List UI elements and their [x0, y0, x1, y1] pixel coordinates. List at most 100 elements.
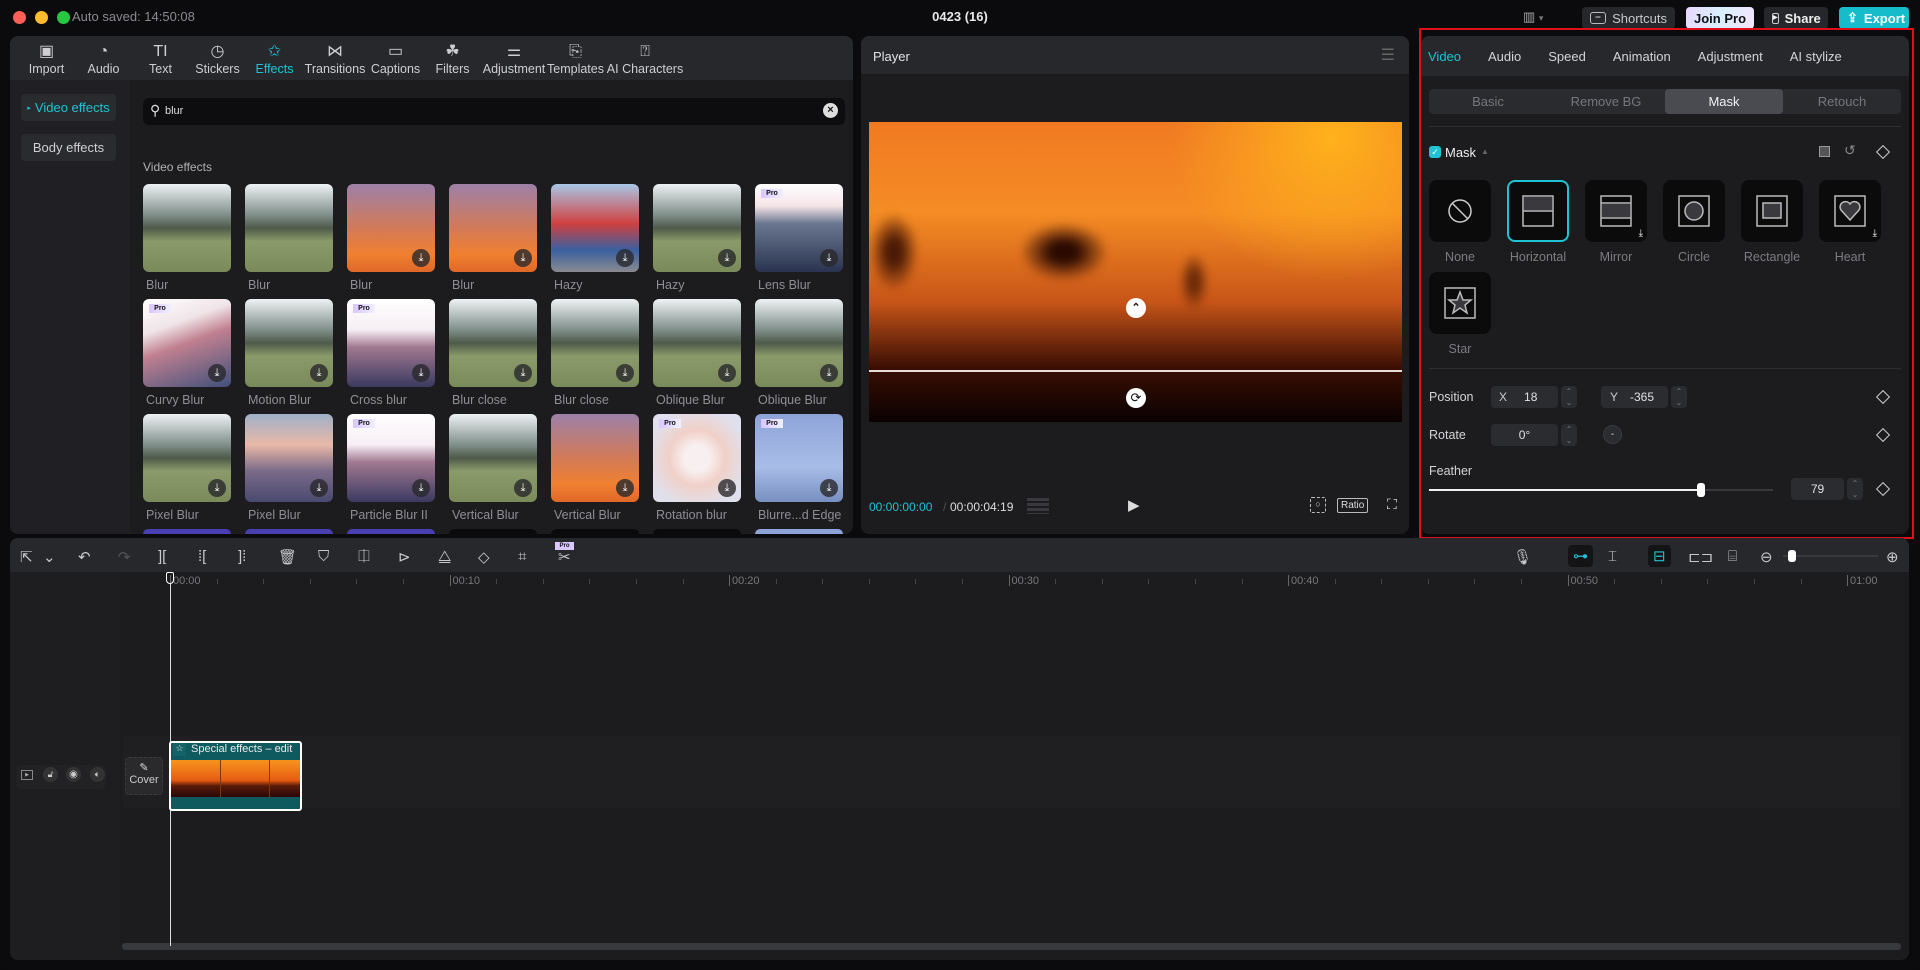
download-icon[interactable]: ⤓: [718, 249, 736, 267]
mask-shape-circle[interactable]: Circle: [1663, 180, 1725, 264]
preview-axis-icon[interactable]: ⊟: [1648, 545, 1671, 567]
clear-search-icon[interactable]: ×: [823, 103, 838, 118]
effect-card[interactable]: ⤓ Blur: [449, 184, 537, 292]
tab-transitions[interactable]: ⋈ Transitions: [303, 36, 367, 80]
rotate-handle-icon[interactable]: ⟳: [1126, 388, 1146, 408]
effect-thumbnail[interactable]: Pro ⤓: [347, 299, 435, 387]
tab-audio[interactable]: ◔ Audio: [75, 36, 132, 80]
timeline-zoom-slider[interactable]: [1783, 550, 1878, 562]
mute-track-icon[interactable]: 🔈︎: [90, 767, 105, 782]
play-button[interactable]: ▶: [1128, 496, 1140, 514]
player-menu-icon[interactable]: ☰: [1381, 45, 1395, 65]
sidebar-item-body-effects[interactable]: Body effects: [21, 134, 116, 161]
x-stepper[interactable]: ⌃ ⌄: [1561, 386, 1577, 408]
download-icon[interactable]: ⤓: [718, 364, 736, 382]
tab-text[interactable]: TI Text: [132, 36, 189, 80]
mask-checkbox[interactable]: ✓: [1429, 146, 1441, 158]
effect-thumbnail[interactable]: Pro ⤓: [653, 414, 741, 502]
sidebar-item-video-effects[interactable]: ▸ Video effects: [21, 94, 116, 121]
effect-card[interactable]: ⤓ Hazy: [551, 184, 639, 292]
subtab-mask[interactable]: Mask: [1665, 89, 1783, 114]
feather-stepper[interactable]: ⌃ ⌄: [1847, 478, 1863, 500]
star-mask-icon[interactable]: [1429, 272, 1491, 334]
linkage-icon[interactable]: ⌶: [1608, 548, 1617, 565]
effect-card[interactable]: Pro ⤓ Blurre...d Edge: [755, 414, 843, 522]
download-icon[interactable]: ⤓: [820, 479, 838, 497]
effect-card-partial[interactable]: [551, 529, 639, 534]
fullscreen-icon[interactable]: ⛶: [1387, 496, 1397, 513]
effect-card-partial[interactable]: [653, 529, 741, 534]
download-icon[interactable]: ⤓: [208, 479, 226, 497]
mask-shape-horizontal[interactable]: Horizontal: [1507, 180, 1569, 264]
tab-audio[interactable]: Audio: [1488, 49, 1521, 64]
effect-card-partial[interactable]: [143, 529, 231, 534]
rotate-stepper[interactable]: ⌃ ⌄: [1561, 424, 1577, 446]
effect-card-partial[interactable]: [449, 529, 537, 534]
tab-adjustment[interactable]: Adjustment: [1698, 49, 1763, 64]
split-right-icon[interactable]: ]⁞: [238, 548, 246, 565]
effect-card[interactable]: ⤓ Pixel Blur: [245, 414, 333, 522]
mask-line[interactable]: [869, 370, 1402, 372]
y-value[interactable]: -365: [1630, 390, 1654, 404]
x-value[interactable]: 18: [1524, 390, 1537, 404]
mask-shape-mirror[interactable]: ⤓ Mirror: [1585, 180, 1647, 264]
download-icon[interactable]: ⤓: [820, 364, 838, 382]
effect-thumbnail[interactable]: ⤓: [449, 299, 537, 387]
share-button[interactable]: ▶ Share: [1764, 7, 1828, 29]
timeline-zoom-thumb[interactable]: [1787, 550, 1796, 562]
effect-thumbnail[interactable]: ⤓: [551, 184, 639, 272]
download-icon[interactable]: ⤓: [514, 249, 532, 267]
effect-card[interactable]: ⤓ Hazy: [653, 184, 741, 292]
effect-thumbnail[interactable]: [143, 184, 231, 272]
effect-card-partial[interactable]: [245, 529, 333, 534]
mask-shape-star[interactable]: Star: [1429, 272, 1491, 356]
download-icon[interactable]: ⤓: [310, 479, 328, 497]
search-field[interactable]: ⚲ blur ×: [143, 98, 845, 125]
tab-stickers[interactable]: ◷ Stickers: [189, 36, 246, 80]
mirror-icon[interactable]: ⧋: [438, 548, 451, 565]
effect-card[interactable]: ⤓ Vertical Blur: [449, 414, 537, 522]
tab-captions[interactable]: ▭ Captions: [367, 36, 424, 80]
tab-effects[interactable]: ✩ Effects: [246, 36, 303, 80]
download-icon[interactable]: ⤓: [412, 479, 430, 497]
effect-thumbnail[interactable]: ⤓: [245, 414, 333, 502]
feather-slider-thumb[interactable]: [1696, 483, 1705, 497]
join-pro-button[interactable]: Join Pro: [1686, 7, 1754, 29]
zoom-fit-icon[interactable]: ○: [1310, 497, 1326, 513]
effect-card[interactable]: ⤓ Blur: [347, 184, 435, 292]
timeline-scrollbar[interactable]: [122, 943, 1901, 950]
feather-field[interactable]: 79: [1791, 478, 1844, 500]
y-stepper[interactable]: ⌃ ⌄: [1671, 386, 1687, 408]
collapse-icon[interactable]: ▲: [1481, 147, 1489, 156]
marker-icon[interactable]: ⛉: [318, 548, 329, 565]
freeze-icon[interactable]: ⎅: [358, 548, 370, 565]
effect-thumbnail[interactable]: Pro ⤓: [143, 299, 231, 387]
effect-thumbnail[interactable]: ⤓: [143, 414, 231, 502]
reset-icon[interactable]: ↺: [1844, 142, 1856, 159]
feather-value[interactable]: 79: [1811, 482, 1824, 496]
tab-animation[interactable]: Animation: [1613, 49, 1671, 64]
rotate-dial[interactable]: -: [1603, 425, 1622, 444]
invert-mask-icon[interactable]: [1819, 146, 1830, 157]
effect-thumbnail[interactable]: Pro ⤓: [347, 414, 435, 502]
effect-thumbnail[interactable]: Pro ⤓: [755, 184, 843, 272]
split-icon[interactable]: ][: [158, 548, 166, 565]
auto-snap-icon[interactable]: ⊶: [1568, 545, 1593, 567]
hide-track-icon[interactable]: ◉: [66, 767, 81, 782]
track-video-icon[interactable]: ▶: [21, 770, 33, 780]
download-icon[interactable]: ⤓: [616, 249, 634, 267]
heart-mask-icon[interactable]: ⤓: [1819, 180, 1881, 242]
effect-thumbnail[interactable]: ⤓: [653, 299, 741, 387]
effect-card[interactable]: Pro ⤓ Cross blur: [347, 299, 435, 407]
tab-adjustment[interactable]: ⚌ Adjustment: [481, 36, 547, 80]
mirror-mask-icon[interactable]: ⤓: [1585, 180, 1647, 242]
effect-thumbnail[interactable]: ⤓: [653, 184, 741, 272]
split-left-icon[interactable]: ⁞[: [198, 548, 206, 565]
cover-button[interactable]: ✎ Cover: [125, 757, 163, 795]
effect-thumbnail[interactable]: ⤓: [347, 184, 435, 272]
export-button[interactable]: ⇪ Export: [1839, 7, 1909, 29]
effect-card-partial[interactable]: [755, 529, 843, 534]
circle-mask-icon[interactable]: [1663, 180, 1725, 242]
download-icon[interactable]: ⤓: [820, 249, 838, 267]
mask-shape-none[interactable]: None: [1429, 180, 1491, 264]
